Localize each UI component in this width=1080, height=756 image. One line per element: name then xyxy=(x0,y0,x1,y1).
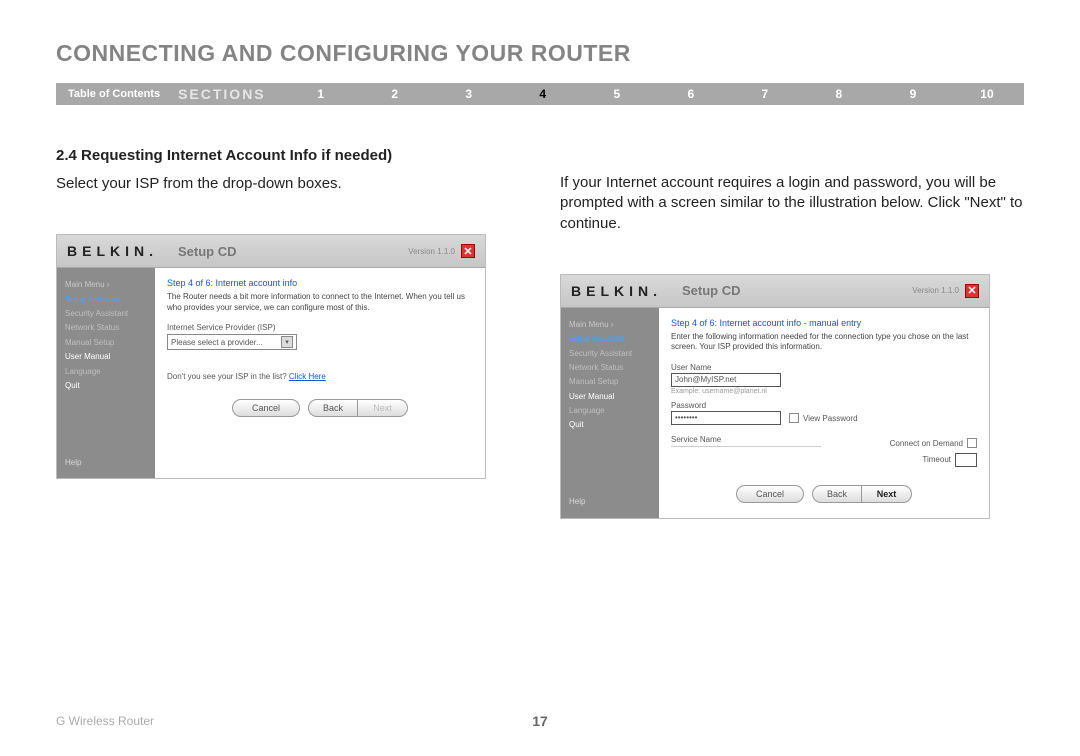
left-column: 2.4 Requesting Internet Account Info if … xyxy=(56,147,520,519)
screenshot-manual-entry: BELKIN. Setup CD Version 1.1.0 ✕ Main Me… xyxy=(560,274,990,519)
sidebar-user-manual[interactable]: User Manual xyxy=(569,390,651,404)
connect-on-demand-label: Connect on Demand xyxy=(890,437,963,451)
section-2[interactable]: 2 xyxy=(358,87,432,101)
sidebar-language[interactable]: Language xyxy=(569,404,651,418)
screenshot-isp-select: BELKIN. Setup CD Version 1.1.0 ✕ Main Me… xyxy=(56,234,486,479)
password-input[interactable]: •••••••• xyxy=(671,411,781,425)
back-button[interactable]: Back xyxy=(812,485,862,503)
section-4[interactable]: 4 xyxy=(506,87,580,101)
username-hint: Example: username@planet.nl xyxy=(671,388,977,395)
cancel-button[interactable]: Cancel xyxy=(232,399,300,417)
sidebar-quit[interactable]: Quit xyxy=(65,379,147,393)
left-body: Select your ISP from the drop-down boxes… xyxy=(56,174,520,194)
toc-link[interactable]: Table of Contents xyxy=(56,88,172,100)
isp-label: Internet Service Provider (ISP) xyxy=(167,323,473,332)
section-7[interactable]: 7 xyxy=(728,87,802,101)
chevron-down-icon[interactable]: ▾ xyxy=(281,336,293,348)
view-password-checkbox[interactable] xyxy=(789,413,799,423)
sidebar-manual-setup[interactable]: Manual Setup xyxy=(569,375,651,389)
sections-label: SECTIONS xyxy=(172,86,284,102)
right-column: If your Internet account requires a logi… xyxy=(560,147,1024,519)
page-title: CONNECTING AND CONFIGURING YOUR ROUTER xyxy=(56,40,1024,67)
back-button[interactable]: Back xyxy=(308,399,358,417)
username-label: User Name xyxy=(671,363,977,372)
sidebar: Main Menu › Setup Assistant Security Ass… xyxy=(561,308,659,518)
timeout-label: Timeout xyxy=(922,453,951,467)
section-3[interactable]: 3 xyxy=(432,87,506,101)
isp-select[interactable]: Please select a provider... ▾ xyxy=(167,334,297,350)
isp-select-value: Please select a provider... xyxy=(171,338,263,347)
isp-footnote: Don't you see your ISP in the list? Clic… xyxy=(167,372,473,381)
step-desc: Enter the following information needed f… xyxy=(671,332,977,353)
connect-on-demand-checkbox[interactable] xyxy=(967,438,977,448)
section-navbar: Table of Contents SECTIONS 1 2 3 4 5 6 7… xyxy=(56,83,1024,105)
sidebar-network-status[interactable]: Network Status xyxy=(569,361,651,375)
section-1[interactable]: 1 xyxy=(284,87,358,101)
next-button-disabled: Next xyxy=(358,399,408,417)
section-5[interactable]: 5 xyxy=(580,87,654,101)
view-password-label: View Password xyxy=(803,414,858,423)
password-label: Password xyxy=(671,401,977,410)
sidebar-quit[interactable]: Quit xyxy=(569,418,651,432)
version-label: Version 1.1.0 xyxy=(408,247,455,256)
step-label: Step 4 of 6: Internet account info xyxy=(167,278,473,288)
setup-cd-title: Setup CD xyxy=(682,283,741,298)
service-name-label: Service Name xyxy=(671,435,821,447)
sidebar-network-status[interactable]: Network Status xyxy=(65,321,147,335)
step-desc: The Router needs a bit more information … xyxy=(167,292,473,313)
page-number: 17 xyxy=(532,713,548,729)
setup-cd-title: Setup CD xyxy=(178,244,237,259)
step-label: Step 4 of 6: Internet account info - man… xyxy=(671,318,977,328)
section-10[interactable]: 10 xyxy=(950,87,1024,101)
main-menu-link[interactable]: Main Menu › xyxy=(569,318,651,332)
timeout-input[interactable] xyxy=(955,453,977,467)
section-6[interactable]: 6 xyxy=(654,87,728,101)
product-name: G Wireless Router xyxy=(56,714,154,728)
sidebar: Main Menu › Setup Assistant Security Ass… xyxy=(57,268,155,478)
close-icon[interactable]: ✕ xyxy=(461,244,475,258)
cancel-button[interactable]: Cancel xyxy=(736,485,804,503)
belkin-logo: BELKIN. xyxy=(67,243,158,259)
sidebar-setup-assistant[interactable]: Setup Assistant xyxy=(65,293,147,307)
sidebar-manual-setup[interactable]: Manual Setup xyxy=(65,336,147,350)
close-icon[interactable]: ✕ xyxy=(965,284,979,298)
belkin-logo: BELKIN. xyxy=(571,283,662,299)
next-button[interactable]: Next xyxy=(862,485,912,503)
page-footer: G Wireless Router 17 xyxy=(56,714,1024,728)
sidebar-language[interactable]: Language xyxy=(65,365,147,379)
username-input[interactable]: John@MyISP.net xyxy=(671,373,781,387)
sidebar-security-assistant[interactable]: Security Assistant xyxy=(65,307,147,321)
main-menu-link[interactable]: Main Menu › xyxy=(65,278,147,292)
sidebar-security-assistant[interactable]: Security Assistant xyxy=(569,347,651,361)
sidebar-setup-assistant[interactable]: Setup Assistant xyxy=(569,332,651,346)
sidebar-user-manual[interactable]: User Manual xyxy=(65,350,147,364)
section-9[interactable]: 9 xyxy=(876,87,950,101)
section-8[interactable]: 8 xyxy=(802,87,876,101)
sidebar-help[interactable]: Help xyxy=(65,456,81,470)
right-body: If your Internet account requires a logi… xyxy=(560,173,1024,234)
sidebar-help[interactable]: Help xyxy=(569,495,585,509)
version-label: Version 1.1.0 xyxy=(912,286,959,295)
section-heading: 2.4 Requesting Internet Account Info if … xyxy=(56,147,520,164)
click-here-link[interactable]: Click Here xyxy=(289,372,326,381)
